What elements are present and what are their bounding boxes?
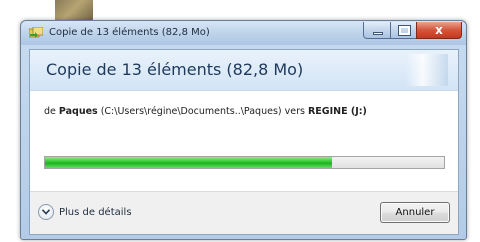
- progress-fill: [45, 157, 333, 168]
- copy-app-icon: [29, 27, 43, 38]
- header-decoration: [406, 54, 448, 86]
- dialog-footer: Plus de détails Annuler: [30, 191, 458, 234]
- dialog-heading: Copie de 13 éléments (82,8 Mo): [46, 60, 304, 79]
- source-path: (C:\Users\régine\Documents..\Paques) ver…: [97, 106, 308, 117]
- copy-path-line: de Paques (C:\Users\régine\Documents..\P…: [44, 106, 367, 117]
- source-folder-name[interactable]: Paques: [59, 106, 98, 117]
- minimize-icon: [373, 32, 383, 35]
- title-bar[interactable]: Copie de 13 éléments (82,8 Mo) x: [21, 21, 466, 45]
- maximize-icon: [398, 25, 411, 36]
- more-details-toggle[interactable]: Plus de détails: [38, 202, 132, 222]
- chevron-down-icon[interactable]: [38, 204, 54, 220]
- close-button[interactable]: x: [416, 22, 462, 39]
- source-prefix: de: [44, 106, 59, 117]
- dialog-content: Copie de 13 éléments (82,8 Mo) de Paques…: [29, 49, 459, 235]
- maximize-button[interactable]: [390, 22, 417, 39]
- window-title: Copie de 13 éléments (82,8 Mo): [49, 27, 210, 38]
- copy-progress-bar: [44, 156, 445, 169]
- minimize-button[interactable]: [363, 22, 391, 39]
- copy-dialog-window: Copie de 13 éléments (82,8 Mo) x Copie d…: [20, 20, 467, 240]
- header-band: Copie de 13 éléments (82,8 Mo): [30, 50, 458, 91]
- cancel-button[interactable]: Annuler: [380, 202, 450, 223]
- more-details-label[interactable]: Plus de détails: [59, 207, 132, 218]
- close-icon: x: [435, 23, 443, 37]
- destination-drive-name[interactable]: REGINE (J:): [308, 106, 367, 117]
